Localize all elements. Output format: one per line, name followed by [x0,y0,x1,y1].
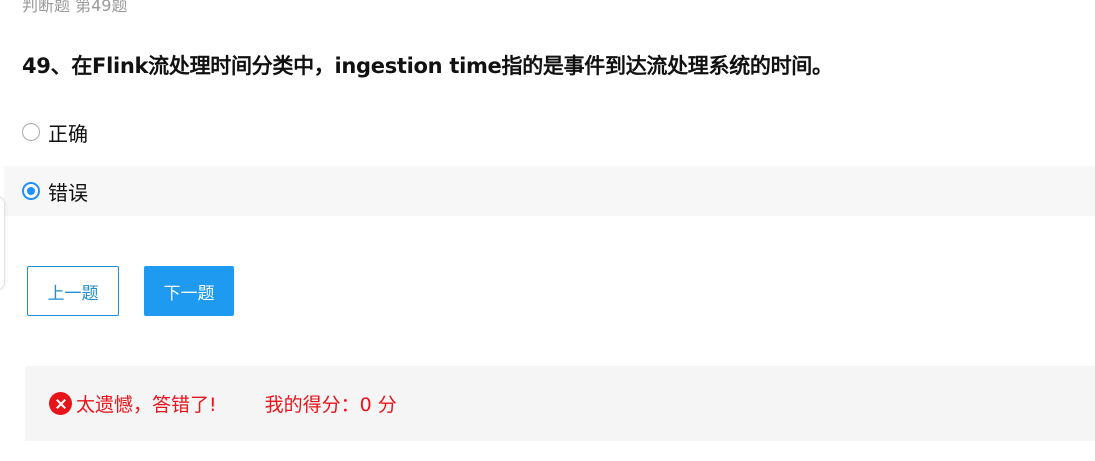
radio-button-unchecked[interactable] [22,123,40,141]
result-message: 太遗憾，答错了! [76,394,217,416]
option-label: 错误 [48,180,88,205]
option-wrong[interactable]: 错误 [4,166,1095,216]
question-text: 49、在Flink流处理时间分类中，ingestion time指的是事件到达流… [22,54,833,78]
breadcrumb: 判断题 第49题 [22,0,128,15]
quiz-page: 判断题 第49题 49、在Flink流处理时间分类中，ingestion tim… [0,0,1095,461]
next-question-button[interactable]: 下一题 [144,266,234,316]
radio-button-checked[interactable] [22,182,40,200]
option-label: 正确 [48,121,88,146]
side-panel-tab[interactable] [0,196,5,290]
prev-question-button[interactable]: 上一题 [27,266,119,316]
close-circle-icon [49,392,72,415]
option-correct[interactable]: 正确 [4,107,1095,157]
score-text: 我的得分：0 分 [264,394,397,416]
result-panel: 太遗憾，答错了! 我的得分：0 分 [25,366,1095,441]
